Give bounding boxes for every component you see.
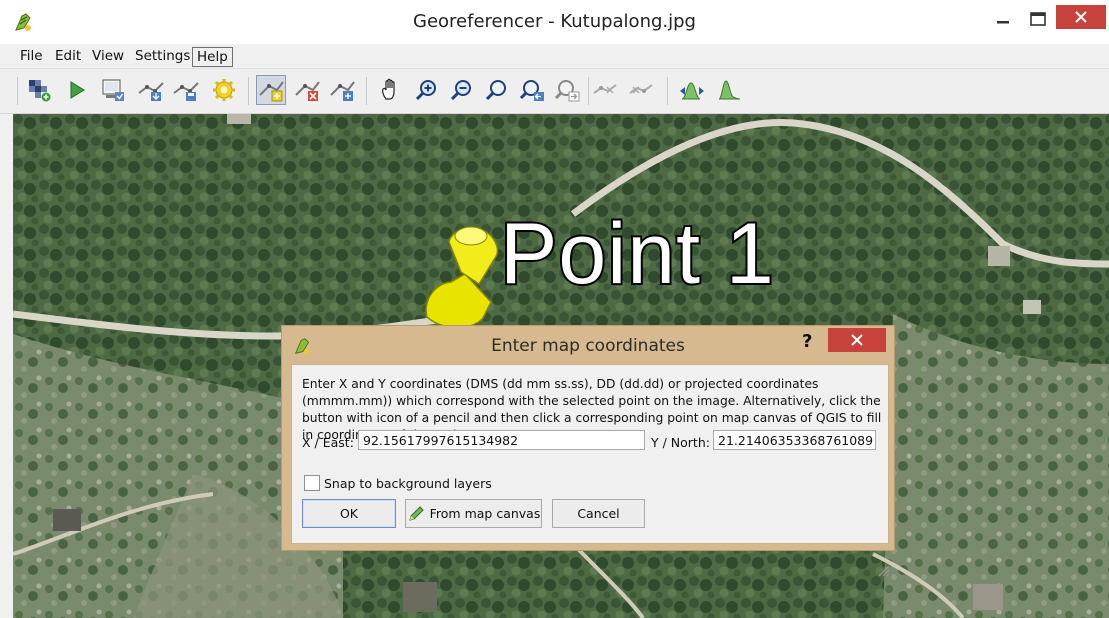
menu-view[interactable]: View (88, 47, 128, 65)
ok-button-label: OK (339, 506, 359, 521)
snap-to-background-checkbox[interactable] (304, 475, 320, 491)
load-gcp-points-icon (138, 82, 164, 101)
resize-grip-icon[interactable] (876, 563, 890, 577)
zoom-out-icon (450, 80, 471, 101)
zoom-to-layer-button[interactable] (482, 75, 512, 105)
delete-point-button[interactable] (292, 75, 322, 105)
transformation-settings-icon (213, 79, 235, 101)
save-gcp-points-icon (173, 82, 199, 101)
open-raster-icon (29, 80, 51, 102)
title-bar: Georeferencer - Kutupalong.jpg (0, 0, 1109, 44)
load-gcp-points-button[interactable] (136, 75, 166, 105)
close-icon (1075, 11, 1087, 23)
start-georeferencing-button[interactable] (62, 75, 92, 105)
zoom-in-icon (415, 80, 436, 101)
zoom-last-button[interactable] (517, 75, 547, 105)
open-raster-button[interactable] (24, 75, 54, 105)
link-georeferencer-to-qgis-icon (593, 84, 617, 94)
y-north-label: Y / North: (651, 435, 710, 450)
cancel-button-label: Cancel (577, 506, 620, 521)
dialog-body: Enter X and Y coordinates (DMS (dd mm ss… (291, 364, 890, 577)
delete-point-icon (295, 81, 320, 101)
zoom-in-button[interactable] (412, 75, 442, 105)
add-point-icon (259, 81, 284, 102)
save-gcp-points-button[interactable] (171, 75, 201, 105)
generate-gdal-script-button[interactable] (98, 75, 128, 105)
toolbar-handle (17, 77, 18, 105)
menu-help[interactable]: Help (192, 47, 233, 67)
menu-bar: File Edit View Settings Help (0, 44, 1109, 69)
full-histogram-stretch-icon (680, 82, 704, 100)
link-qgis-to-georeferencer-icon (629, 84, 653, 94)
link-georeferencer-to-qgis-button[interactable] (590, 75, 620, 105)
dialog-close-button[interactable] (828, 328, 886, 352)
full-histogram-stretch-button[interactable] (677, 75, 707, 105)
cancel-button[interactable]: Cancel (552, 499, 645, 528)
y-north-input[interactable]: 21.21406353368761089 (713, 430, 876, 450)
close-button[interactable] (1056, 5, 1106, 29)
pan-icon (382, 78, 395, 100)
local-histogram-stretch-icon (718, 80, 741, 100)
zoom-out-button[interactable] (447, 75, 477, 105)
add-point-button[interactable] (256, 75, 286, 105)
link-qgis-to-georeferencer-button[interactable] (626, 75, 656, 105)
menu-settings[interactable]: Settings (131, 47, 194, 65)
help-button[interactable]: ? (802, 331, 812, 352)
x-east-label: X / East: (302, 435, 354, 450)
menu-file[interactable]: File (16, 47, 47, 65)
close-icon (851, 334, 863, 346)
start-georeferencing-icon (70, 81, 85, 99)
move-gcp-point-icon (330, 81, 355, 101)
pan-button[interactable] (376, 75, 406, 105)
maximize-button[interactable] (1016, 6, 1060, 32)
point-label: Point 1 (498, 204, 776, 304)
toolbar (0, 69, 1109, 114)
snap-to-background-label[interactable]: Snap to background layers (324, 476, 492, 491)
transformation-settings-button[interactable] (209, 75, 239, 105)
zoom-next-icon (554, 80, 580, 102)
window-title: Georeferencer - Kutupalong.jpg (413, 11, 696, 32)
from-map-canvas-button[interactable]: From map canvas (405, 499, 542, 528)
left-panel-edge (0, 114, 14, 618)
move-gcp-point-button[interactable] (327, 75, 357, 105)
zoom-last-icon (519, 80, 544, 101)
from-map-canvas-label: From map canvas (429, 506, 541, 521)
menu-edit[interactable]: Edit (51, 47, 85, 65)
pencil-icon (408, 505, 424, 521)
ok-button[interactable]: OK (302, 499, 396, 528)
x-east-input[interactable]: 92.15617997615134982 (358, 430, 645, 450)
local-histogram-stretch-button[interactable] (714, 75, 744, 105)
enter-map-coordinates-dialog: Enter map coordinates ? Enter X and Y co… (282, 326, 894, 577)
zoom-next-button[interactable] (552, 75, 582, 105)
generate-gdal-script-icon (102, 79, 124, 101)
zoom-to-layer-icon (485, 80, 506, 101)
